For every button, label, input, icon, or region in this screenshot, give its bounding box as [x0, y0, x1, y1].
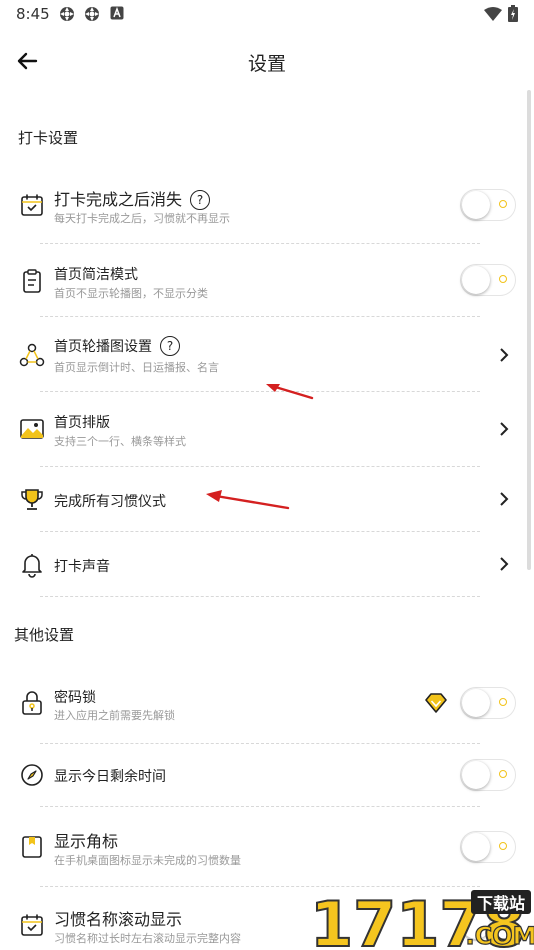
- chevron-right-icon: [500, 348, 509, 362]
- setting-label: 完成所有习惯仪式: [54, 494, 166, 510]
- font-notification-icon: [110, 6, 124, 20]
- setting-row-badge[interactable]: 显示角标 在手机桌面图标显示未完成的习惯数量: [0, 826, 534, 876]
- chevron-right-icon: [500, 492, 509, 506]
- setting-description: 习惯名称过长时左右滚动显示完整内容: [54, 932, 241, 945]
- help-icon[interactable]: ?: [190, 190, 211, 210]
- setting-label: 习惯名称滚动显示: [54, 910, 183, 929]
- toggle-lock[interactable]: [460, 687, 516, 719]
- setting-row-remaining-time[interactable]: 显示今日剩余时间: [0, 758, 534, 792]
- divider: [40, 743, 480, 744]
- divider: [40, 531, 480, 532]
- chevron-right-icon: [500, 422, 509, 436]
- setting-label: 打卡完成之后消失?: [54, 186, 211, 210]
- setting-label: 首页排版: [54, 415, 110, 431]
- setting-description: 支持三个一行、横条等样式: [54, 435, 186, 448]
- setting-description: 进入应用之前需要先解锁: [54, 709, 175, 722]
- svg-text:下载站: 下载站: [477, 894, 525, 913]
- divider: [40, 243, 480, 244]
- wifi-icon: [484, 7, 502, 21]
- setting-description: 首页显示倒计时、日运播报、名言: [54, 361, 219, 374]
- bookmark-box-icon: [22, 836, 42, 858]
- app-notification-icon: [60, 7, 74, 21]
- image-icon: [20, 419, 44, 439]
- status-time: 8:45: [16, 5, 50, 23]
- toggle-disappear[interactable]: [460, 189, 516, 221]
- setting-description: 每天打卡完成之后，习惯就不再显示: [54, 212, 230, 225]
- divider: [40, 596, 480, 597]
- divider: [40, 391, 480, 392]
- setting-description: 首页不显示轮播图，不显示分类: [54, 287, 208, 300]
- setting-row-layout[interactable]: 首页排版 支持三个一行、横条等样式: [0, 406, 534, 456]
- annotation-arrow: [206, 490, 290, 510]
- divider: [40, 316, 480, 317]
- setting-label: 显示角标: [54, 832, 119, 851]
- calendar-check-icon: [21, 914, 43, 936]
- section-title-other: 其他设置: [14, 626, 75, 644]
- help-icon[interactable]: ?: [160, 336, 180, 356]
- lock-icon: [22, 691, 42, 715]
- clipboard-icon: [23, 269, 41, 293]
- vip-diamond-icon: [425, 693, 447, 713]
- app-notification-icon: [85, 7, 99, 21]
- setting-description: 在手机桌面图标显示未完成的习惯数量: [54, 854, 241, 867]
- calendar-check-icon: [21, 194, 43, 216]
- app-bar: 设置: [0, 36, 534, 88]
- setting-row-simple-mode[interactable]: 首页简洁模式 首页不显示轮播图，不显示分类: [0, 258, 534, 308]
- page-title: 设置: [247, 53, 286, 75]
- battery-icon: [508, 5, 518, 22]
- divider: [40, 886, 480, 887]
- setting-row-lock[interactable]: 密码锁 进入应用之前需要先解锁: [0, 682, 534, 732]
- toggle-remaining-time[interactable]: [460, 759, 516, 791]
- setting-label: 显示今日剩余时间: [54, 769, 166, 785]
- setting-label: 密码锁: [54, 690, 96, 706]
- divider: [40, 466, 480, 467]
- setting-label: 首页简洁模式: [54, 267, 138, 283]
- section-title-checkin: 打卡设置: [18, 129, 79, 147]
- setting-label: 首页轮播图设置?: [54, 336, 180, 356]
- toggle-simple-mode[interactable]: [460, 264, 516, 296]
- bell-icon: [22, 554, 42, 578]
- setting-row-carousel[interactable]: 首页轮播图设置? 首页显示倒计时、日运播报、名言: [0, 332, 534, 382]
- chevron-right-icon: [500, 557, 509, 571]
- compass-icon: [21, 764, 43, 786]
- setting-row-sound[interactable]: 打卡声音: [0, 548, 534, 582]
- setting-row-disappear[interactable]: 打卡完成之后消失? 每天打卡完成之后，习惯就不再显示: [0, 180, 534, 240]
- svg-text:.COM: .COM: [465, 922, 534, 950]
- nodes-icon: [19, 343, 45, 367]
- watermark-logo: 17178 下载站 .COM: [308, 888, 534, 950]
- toggle-badge[interactable]: [460, 831, 516, 863]
- status-bar: 8:45: [0, 0, 534, 28]
- trophy-icon: [21, 489, 43, 510]
- annotation-arrow: [266, 384, 314, 400]
- setting-label: 打卡声音: [54, 559, 110, 575]
- divider: [40, 806, 480, 807]
